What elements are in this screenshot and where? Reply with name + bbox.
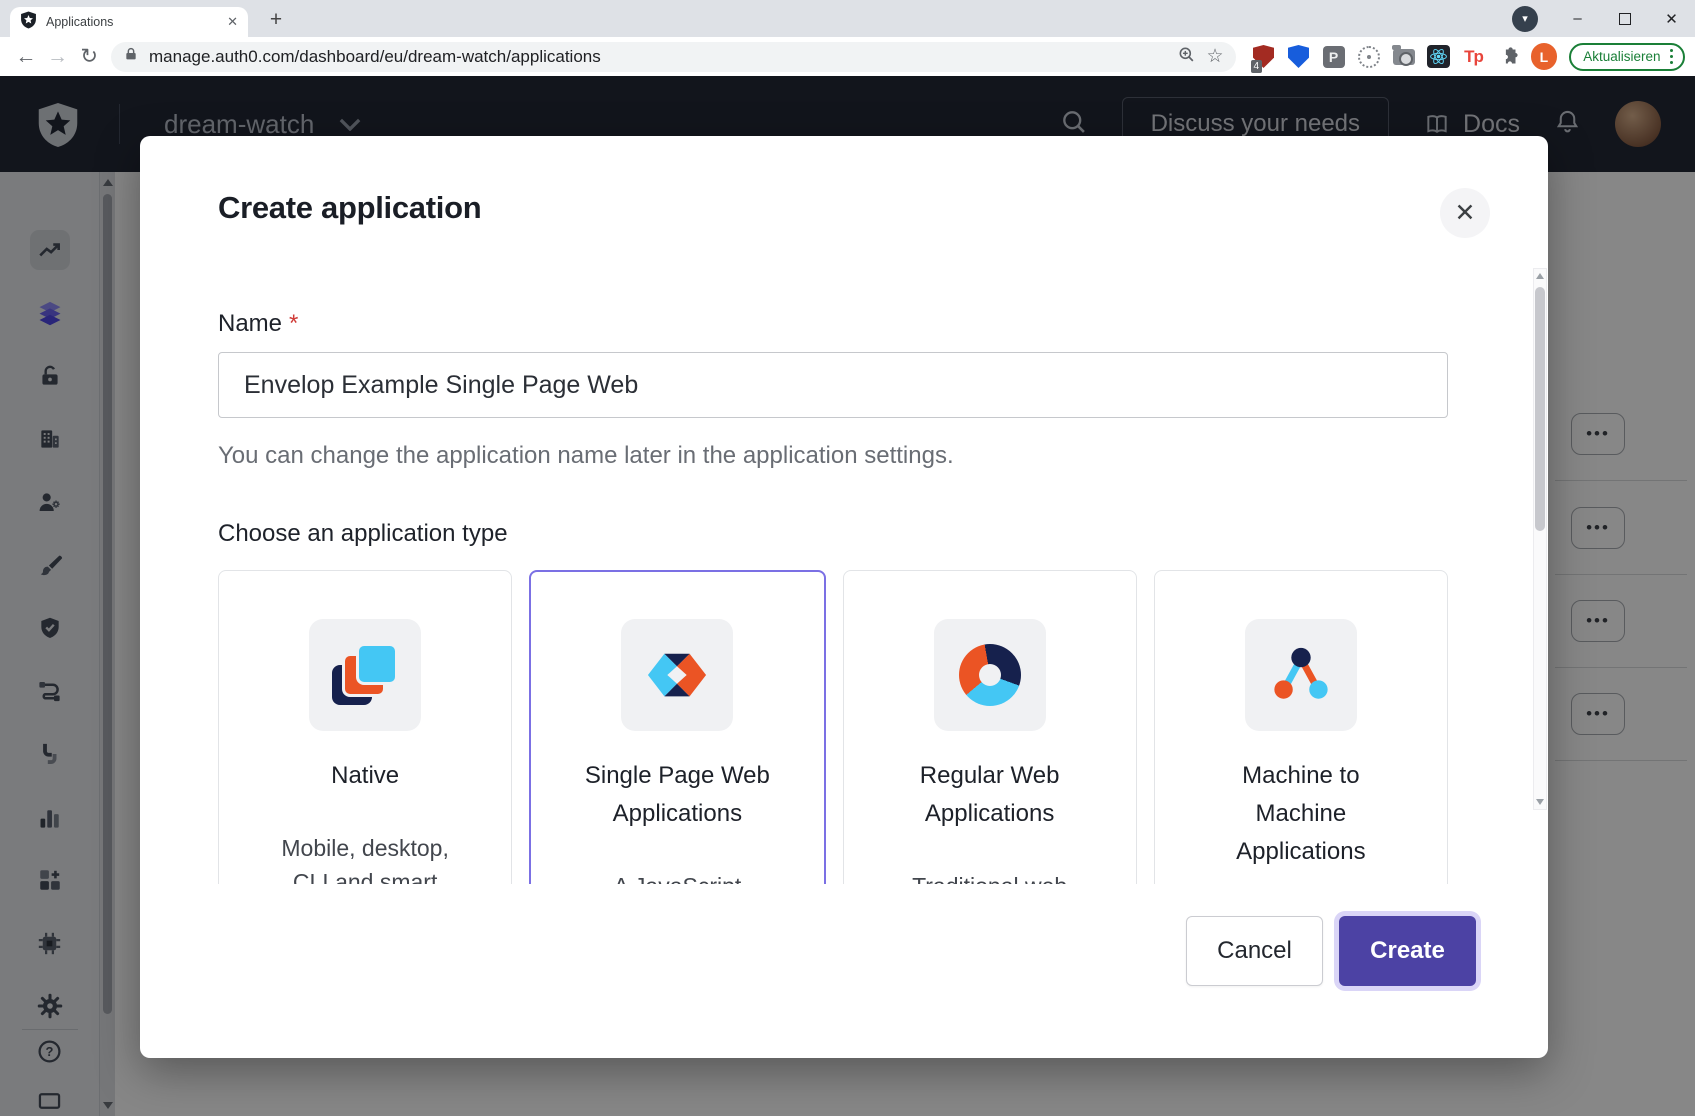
browser-navbar: ← → ↻ manage.auth0.com/dashboard/eu/drea… (0, 37, 1695, 76)
ublock-icon[interactable]: 4 (1250, 42, 1278, 72)
react-atom-icon (1427, 45, 1450, 68)
scrollbar-thumb[interactable] (1535, 287, 1545, 531)
update-button-label: Aktualisieren (1583, 49, 1660, 64)
choose-type-label: Choose an application type (218, 520, 1448, 548)
window-close-button[interactable]: ✕ (1648, 0, 1695, 37)
browser-tab[interactable]: Applications ✕ (10, 7, 248, 37)
address-bar[interactable]: manage.auth0.com/dashboard/eu/dream-watc… (111, 42, 1235, 72)
m2m-icon (1269, 644, 1333, 706)
bitwarden-icon[interactable] (1285, 42, 1313, 72)
application-type-cards: Native Mobile, desktop, CLI and smart (218, 570, 1448, 884)
maximize-icon (1619, 13, 1631, 25)
extensions-row: 4 P Tp (1250, 42, 1523, 72)
browser-update-button[interactable]: Aktualisieren (1569, 43, 1685, 71)
crosshair-glyph (1358, 46, 1380, 68)
bookmark-star-icon[interactable]: ☆ (1206, 45, 1223, 68)
card-title: Native (268, 757, 463, 795)
create-application-modal: Create application ✕ Name* You can chang… (140, 136, 1548, 1058)
card-description: A JavaScript (575, 869, 780, 884)
capture-crosshair-icon[interactable] (1355, 42, 1383, 72)
scroll-up-icon[interactable] (1536, 273, 1544, 279)
window-minimize-button[interactable]: – (1554, 0, 1601, 37)
card-description: Mobile, desktop, CLI and smart (263, 831, 468, 884)
close-icon[interactable]: ✕ (1440, 188, 1490, 238)
browser-tab-strip: Applications ✕ + ▾ – ✕ (0, 0, 1695, 37)
window-controls: ▾ – ✕ (1512, 0, 1695, 37)
window-maximize-button[interactable] (1601, 0, 1648, 37)
spa-icon-tile (621, 619, 733, 731)
cancel-button[interactable]: Cancel (1186, 916, 1323, 986)
name-helper-text: You can change the application name late… (218, 442, 1448, 470)
bitwarden-shield-icon (1288, 45, 1309, 68)
spa-icon (646, 644, 708, 706)
reload-button[interactable]: ↻ (73, 41, 105, 73)
react-devtools-icon[interactable] (1425, 42, 1453, 72)
create-button[interactable]: Create (1339, 916, 1476, 986)
browser-profile-avatar[interactable]: L (1531, 43, 1558, 70)
card-description: Traditional web (887, 869, 1092, 884)
card-single-page-web[interactable]: Single Page Web Applications A JavaScrip… (529, 570, 825, 884)
modal-body: Name* You can change the application nam… (140, 270, 1520, 884)
new-tab-button[interactable]: + (262, 6, 290, 34)
card-title: Machine to Machine Applications (1203, 757, 1398, 871)
browser-update-icon[interactable]: ▾ (1512, 6, 1538, 32)
card-regular-web[interactable]: Regular Web Applications Traditional web (843, 570, 1137, 884)
name-label: Name* (218, 310, 1448, 338)
card-machine-to-machine[interactable]: Machine to Machine Applications (1154, 570, 1448, 884)
auth0-favicon-icon (20, 11, 37, 34)
ublock-badge: 4 (1251, 60, 1263, 73)
modal-scrollbar[interactable] (1533, 268, 1547, 810)
browser-menu-dots-icon[interactable] (1670, 49, 1674, 65)
card-title: Regular Web Applications (892, 757, 1087, 833)
extensions-puzzle-icon[interactable] (1495, 42, 1523, 72)
regular-web-icon (959, 644, 1021, 706)
tampermonkey-icon[interactable]: Tp (1460, 42, 1488, 72)
modal-footer: Cancel Create (1186, 916, 1476, 986)
screen: Applications ✕ + ▾ – ✕ ← → ↻ manage.auth… (0, 0, 1695, 1116)
back-button[interactable]: ← (10, 41, 42, 73)
p-extension-icon[interactable]: P (1320, 42, 1348, 72)
native-icon (332, 643, 398, 707)
p-extension-glyph: P (1323, 46, 1345, 68)
camera-glyph (1393, 49, 1415, 65)
m2m-icon-tile (1245, 619, 1357, 731)
tab-close-icon[interactable]: ✕ (227, 14, 238, 30)
regular-web-icon-tile (934, 619, 1046, 731)
camera-icon[interactable] (1390, 42, 1418, 72)
omnibox-right-icons: ☆ (1177, 45, 1223, 69)
application-name-input[interactable] (218, 352, 1448, 418)
scroll-down-icon[interactable] (1536, 799, 1544, 805)
tab-title: Applications (46, 15, 218, 29)
card-title: Single Page Web Applications (580, 757, 775, 833)
auth0-page: dream-watch Discuss your needs Docs (0, 76, 1695, 1116)
lock-icon (123, 45, 139, 68)
native-icon-tile (309, 619, 421, 731)
forward-button[interactable]: → (42, 41, 74, 73)
tp-glyph: Tp (1464, 47, 1483, 67)
url-text[interactable]: manage.auth0.com/dashboard/eu/dream-watc… (149, 47, 1167, 67)
card-native[interactable]: Native Mobile, desktop, CLI and smart (218, 570, 512, 884)
required-marker: * (289, 310, 298, 337)
modal-title: Create application (218, 190, 481, 226)
zoom-in-icon[interactable] (1177, 45, 1196, 69)
